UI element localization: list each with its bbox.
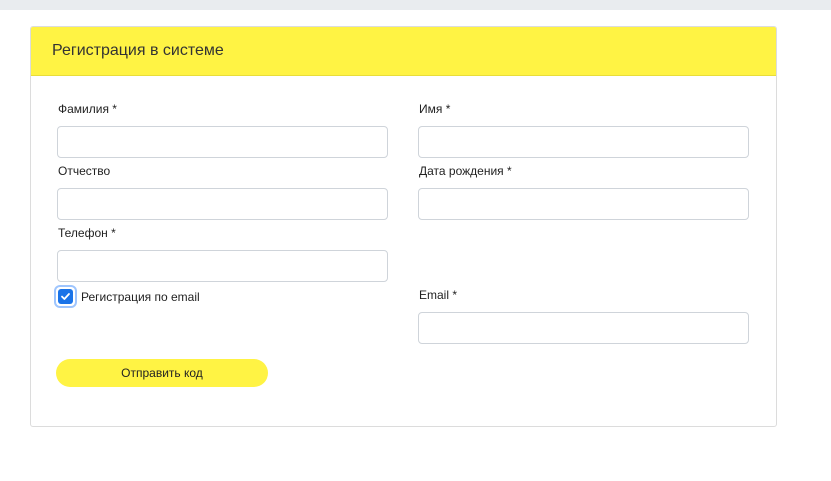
checkbox-box: [58, 289, 73, 304]
top-bar: [0, 0, 831, 10]
page-title: Регистрация в системе: [52, 42, 224, 59]
first-name-input[interactable]: [418, 126, 749, 158]
email-input[interactable]: [418, 312, 749, 344]
first-name-label: Имя *: [419, 102, 451, 116]
check-icon: [61, 293, 70, 300]
birth-date-label: Дата рождения *: [419, 164, 512, 178]
card-header: Регистрация в системе: [31, 27, 776, 76]
email-registration-checkbox[interactable]: [56, 287, 75, 306]
phone-input[interactable]: [57, 250, 388, 282]
phone-label: Телефон *: [58, 226, 116, 240]
last-name-input[interactable]: [57, 126, 388, 158]
email-registration-label[interactable]: Регистрация по email: [81, 290, 200, 304]
middle-name-input[interactable]: [57, 188, 388, 220]
email-label: Email *: [419, 288, 458, 302]
last-name-label: Фамилия *: [58, 102, 117, 116]
middle-name-label: Отчество: [58, 164, 111, 178]
birth-date-input[interactable]: [418, 188, 749, 220]
registration-card: Регистрация в системе Фамилия * Имя * От…: [30, 26, 777, 427]
send-code-button[interactable]: Отправить код: [56, 359, 268, 387]
